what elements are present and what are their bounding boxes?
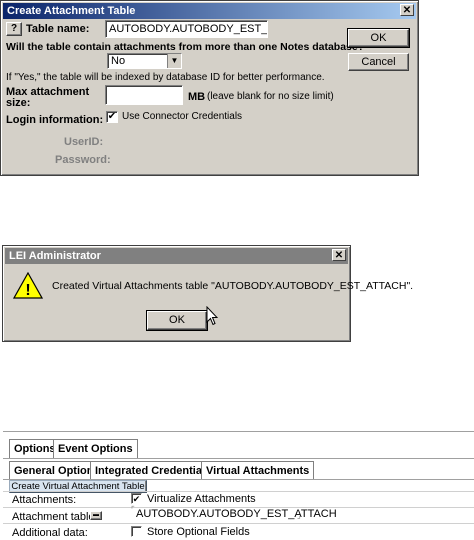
help-icon: ? xyxy=(10,23,18,34)
virtualize-attachments-label: Virtualize Attachments xyxy=(147,493,256,505)
connector-credentials-checkbox[interactable]: ✔ xyxy=(106,111,118,123)
ok-button[interactable]: OK xyxy=(146,310,208,331)
row-divider xyxy=(3,523,474,524)
create-attachment-table-dialog: Create Attachment Table ✕ ? Table name: … xyxy=(0,0,419,176)
multi-database-question: Will the table contain attachments from … xyxy=(6,41,365,53)
mb-hint: (leave blank for no size limit) xyxy=(207,91,334,102)
max-size-input[interactable] xyxy=(105,85,183,105)
password-label: Password: xyxy=(55,154,111,166)
tab-integrated-credentials[interactable]: Integrated Credentials xyxy=(90,461,217,479)
checkmark-icon: ✔ xyxy=(132,494,141,504)
login-info-label: Login information: xyxy=(6,114,104,126)
field-end-marker-icon: ⌟ xyxy=(297,511,301,520)
field-start-marker-icon: ⌜ xyxy=(131,505,135,514)
mb-unit-label: MB xyxy=(188,91,206,103)
ok-button[interactable]: OK xyxy=(347,28,410,48)
lei-administrator-dialog: LEI Administrator ✕ ! Created Virtual At… xyxy=(2,245,413,342)
panel-top-border xyxy=(3,431,474,432)
close-icon: ✕ xyxy=(334,250,344,261)
tab-virtual-attachments[interactable]: Virtual Attachments xyxy=(201,461,315,479)
table-name-label: Table name: xyxy=(26,23,90,35)
row-divider xyxy=(3,491,474,492)
virtualize-attachments-checkbox[interactable]: ✔ xyxy=(131,493,142,504)
userid-label: UserID: xyxy=(64,136,104,148)
connector-credentials-label: Use Connector Credentials xyxy=(122,111,243,122)
attachments-label: Attachments: xyxy=(12,494,77,506)
dialog-title: Create Attachment Table xyxy=(7,5,136,17)
store-optional-fields-checkbox[interactable] xyxy=(131,526,142,537)
multi-database-dropdown[interactable]: No ▼ xyxy=(107,53,182,69)
attachment-table-value[interactable]: AUTOBODY.AUTOBODY_EST_ATTACH xyxy=(136,508,337,520)
tab-event-options[interactable]: Event Options xyxy=(53,439,138,458)
table-name-input[interactable]: AUTOBODY.AUTOBODY_EST_ATTACH xyxy=(105,20,268,38)
checkmark-icon: ✔ xyxy=(107,111,117,122)
warning-glyph: ! xyxy=(25,282,30,299)
attachment-table-label: Attachment table: xyxy=(12,511,98,523)
store-optional-fields-label: Store Optional Fields xyxy=(147,526,250,538)
mouse-cursor-icon xyxy=(206,306,218,326)
warning-icon: ! xyxy=(13,272,43,299)
max-size-label-line2: size: xyxy=(6,97,31,109)
confirmation-message: Created Virtual Attachments table "AUTOB… xyxy=(52,280,414,292)
dialog-title-bar: LEI Administrator ✕ xyxy=(5,248,348,264)
close-icon: ✕ xyxy=(402,5,412,16)
chevron-down-icon[interactable]: ▼ xyxy=(167,54,181,68)
close-button[interactable]: ✕ xyxy=(332,249,346,261)
dropdown-value: No xyxy=(111,55,126,67)
index-note: If "Yes," the table will be indexed by d… xyxy=(6,72,325,83)
additional-data-label: Additional data: xyxy=(12,527,88,539)
close-button[interactable]: ✕ xyxy=(400,4,414,16)
dialog-title: LEI Administrator xyxy=(9,250,101,262)
field-helper-icon[interactable]: ▬ xyxy=(90,511,102,520)
tab-row-1-baseline xyxy=(3,458,474,459)
help-button[interactable]: ? xyxy=(6,22,22,36)
cancel-button[interactable]: Cancel xyxy=(348,53,409,71)
dialog-title-bar: Create Attachment Table ✕ xyxy=(3,3,416,19)
